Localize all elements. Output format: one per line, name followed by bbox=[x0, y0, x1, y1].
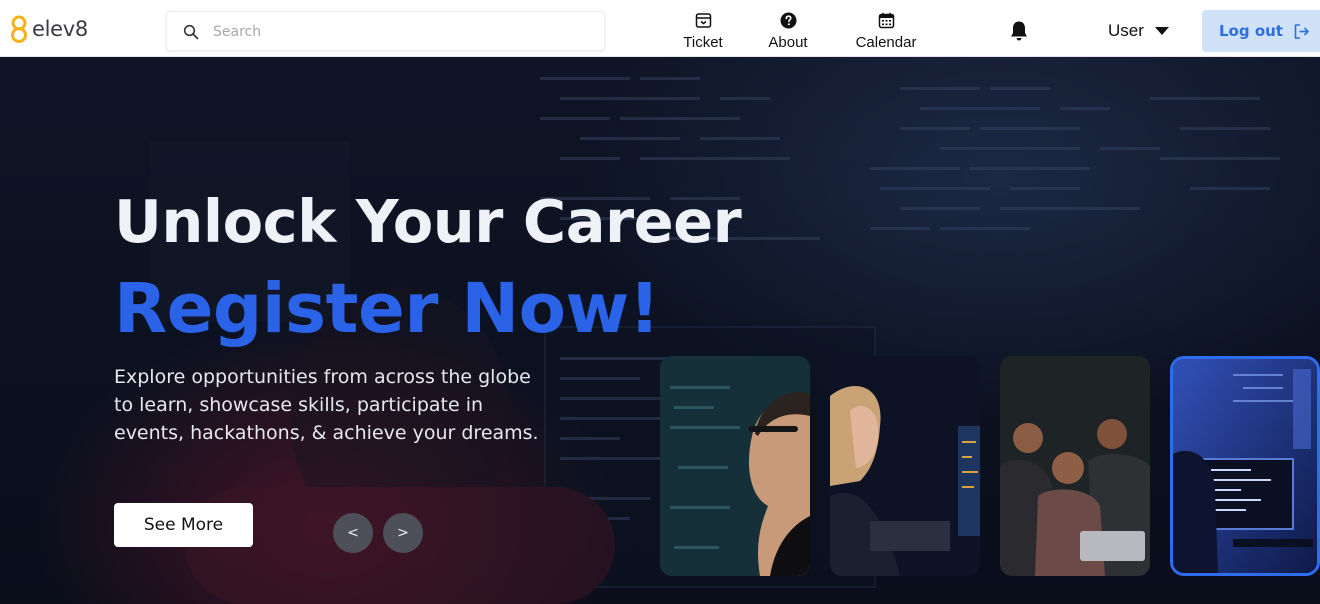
developer-at-screens-photo bbox=[1173, 359, 1317, 573]
hero-title: Unlock Your Career bbox=[114, 187, 742, 256]
hero-description-line: Explore opportunities from across the gl… bbox=[114, 366, 531, 388]
slide-thumbnail-4-selected[interactable] bbox=[1170, 356, 1320, 576]
nav-label-ticket: Ticket bbox=[683, 34, 723, 51]
logout-icon bbox=[1294, 23, 1310, 39]
search-input[interactable] bbox=[213, 20, 593, 44]
nav-item-ticket[interactable]: Ticket bbox=[682, 12, 724, 54]
carousel-prev-button[interactable]: < bbox=[333, 513, 373, 553]
slide-thumbnail-2[interactable] bbox=[830, 356, 980, 576]
logout-label: Log out bbox=[1219, 22, 1283, 40]
calendar-icon bbox=[878, 12, 894, 29]
hero-banner: Unlock Your Career Register Now! Explore… bbox=[0, 57, 1320, 604]
carousel-next-button[interactable]: > bbox=[383, 513, 423, 553]
search-bar[interactable] bbox=[166, 11, 605, 51]
hero-description: Explore opportunities from across the gl… bbox=[114, 363, 584, 447]
slide-thumbnail-3[interactable] bbox=[1000, 356, 1150, 576]
bell-icon[interactable] bbox=[1009, 20, 1029, 42]
user-label: User bbox=[1108, 21, 1144, 40]
elev8-logo-icon bbox=[11, 15, 27, 43]
logout-button[interactable]: Log out bbox=[1202, 10, 1320, 52]
search-icon bbox=[183, 24, 199, 40]
ticket-icon bbox=[695, 13, 711, 28]
nav-label-calendar: Calendar bbox=[855, 34, 917, 51]
slide-thumbnail-1[interactable] bbox=[660, 356, 810, 576]
man-with-glasses-photo bbox=[660, 356, 810, 576]
hero-description-line: to learn, showcase skills, participate i… bbox=[114, 394, 484, 416]
woman-at-monitor-photo bbox=[830, 356, 980, 576]
brand-logo[interactable]: elev8 bbox=[10, 14, 88, 44]
see-more-button[interactable]: See More bbox=[114, 503, 253, 547]
hero-subtitle: Register Now! bbox=[114, 269, 660, 349]
nav-label-about: About bbox=[768, 34, 808, 51]
top-navbar: elev8 Ticket About bbox=[0, 0, 1320, 57]
nav-item-about[interactable]: About bbox=[765, 12, 811, 54]
caret-down-icon bbox=[1154, 27, 1169, 35]
user-menu[interactable]: User bbox=[1108, 19, 1170, 43]
question-circle-icon bbox=[780, 12, 796, 29]
nav-item-calendar[interactable]: Calendar bbox=[852, 12, 920, 54]
hero-description-line: events, hackathons, & achieve your dream… bbox=[114, 422, 539, 444]
brand-name: elev8 bbox=[32, 17, 88, 41]
team-at-laptop-photo bbox=[1000, 356, 1150, 576]
